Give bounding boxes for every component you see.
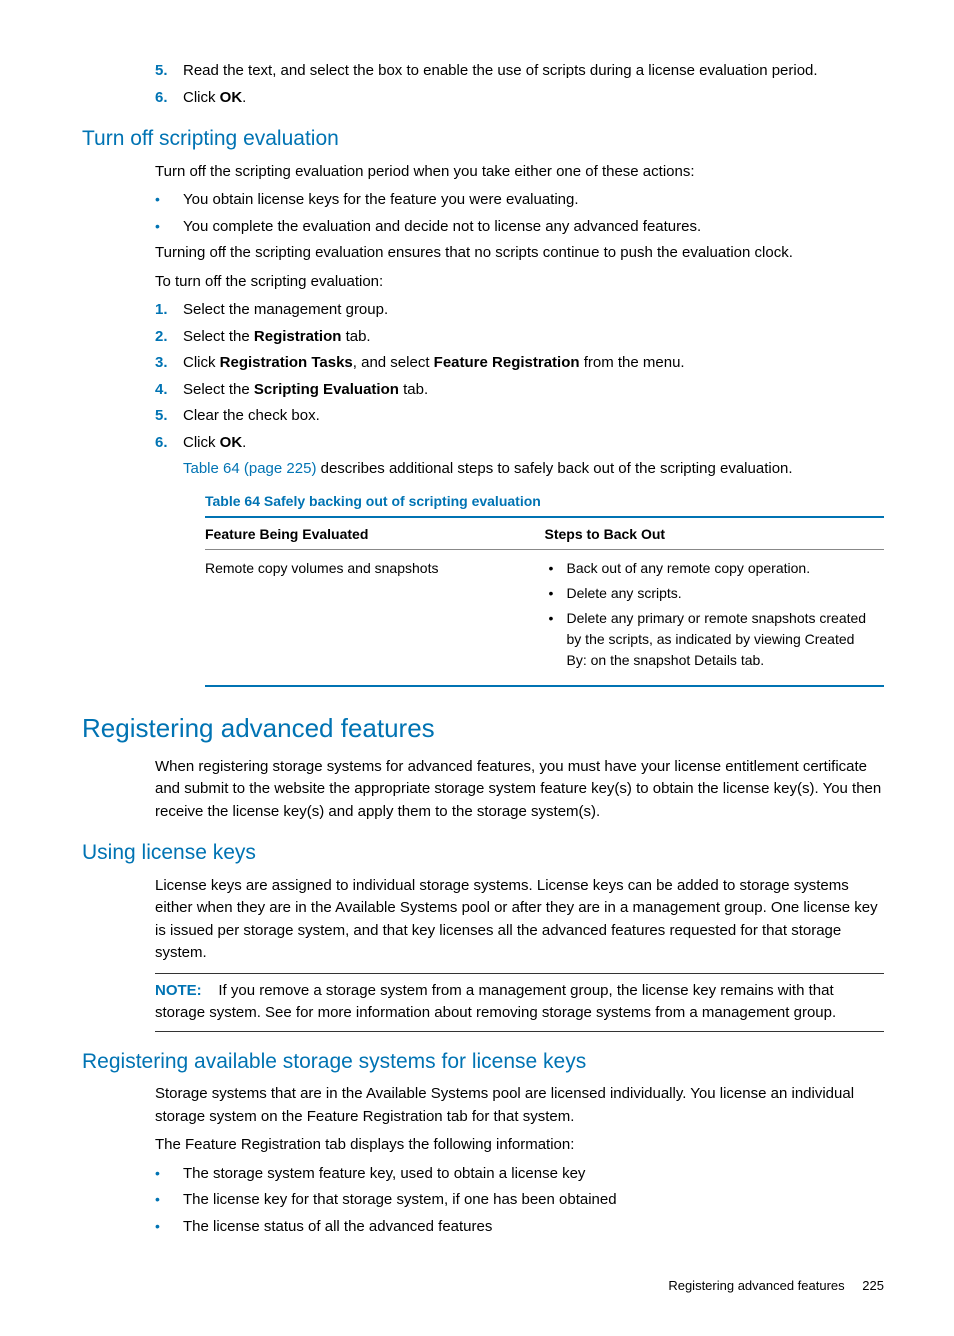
heading-registering-advanced: Registering advanced features bbox=[82, 709, 914, 748]
note-label: NOTE: bbox=[155, 982, 202, 999]
note-text: If you remove a storage system from a ma… bbox=[155, 982, 836, 1022]
step-text: Click OK. bbox=[183, 87, 884, 110]
step-text: Click OK. bbox=[183, 432, 884, 455]
step-number: 4. bbox=[155, 379, 183, 402]
page-footer: Registering advanced features 225 bbox=[40, 1276, 884, 1296]
step-number: 5. bbox=[155, 405, 183, 428]
table-caption: Table 64 Safely backing out of scripting… bbox=[205, 491, 884, 512]
paragraph: To turn off the scripting evaluation: bbox=[155, 271, 884, 294]
turnoff-step-list: 1.Select the management group.2.Select t… bbox=[155, 299, 884, 454]
list-item: You obtain license keys for the feature … bbox=[155, 189, 884, 212]
step-number: 1. bbox=[155, 299, 183, 322]
heading-turn-off-scripting: Turn off scripting evaluation bbox=[82, 123, 914, 155]
table-cell: Back out of any remote copy operation. De… bbox=[545, 549, 885, 686]
step-text: Select the Scripting Evaluation tab. bbox=[183, 379, 884, 402]
bullet-list: You obtain license keys for the feature … bbox=[155, 189, 884, 238]
note-box: NOTE: If you remove a storage system fro… bbox=[155, 973, 884, 1032]
list-item: The storage system feature key, used to … bbox=[155, 1163, 884, 1186]
heading-registering-available: Registering available storage systems fo… bbox=[82, 1046, 914, 1078]
paragraph: License keys are assigned to individual … bbox=[155, 875, 884, 965]
table-cell: Remote copy volumes and snapshots bbox=[205, 549, 545, 686]
paragraph: Storage systems that are in the Availabl… bbox=[155, 1083, 884, 1128]
step-number: 3. bbox=[155, 352, 183, 375]
paragraph: Turn off the scripting evaluation period… bbox=[155, 161, 884, 184]
list-item: 5. Read the text, and select the box to … bbox=[155, 60, 884, 83]
heading-using-license-keys: Using license keys bbox=[82, 837, 914, 869]
list-item: Delete any scripts. bbox=[545, 583, 877, 604]
step-number: 6. bbox=[155, 87, 183, 110]
paragraph: When registering storage systems for adv… bbox=[155, 756, 884, 824]
step-text: Read the text, and select the box to ena… bbox=[183, 60, 884, 83]
list-item: 6.Click OK. bbox=[155, 432, 884, 455]
backing-out-table: Feature Being Evaluated Steps to Back Ou… bbox=[205, 516, 884, 687]
list-item: 1.Select the management group. bbox=[155, 299, 884, 322]
step-number: 5. bbox=[155, 60, 183, 83]
list-item: The license status of all the advanced f… bbox=[155, 1216, 884, 1239]
table-link[interactable]: Table 64 (page 225) bbox=[183, 460, 316, 477]
paragraph: The Feature Registration tab displays th… bbox=[155, 1134, 884, 1157]
list-item: 4.Select the Scripting Evaluation tab. bbox=[155, 379, 884, 402]
step-number: 2. bbox=[155, 326, 183, 349]
bullet-list: The storage system feature key, used to … bbox=[155, 1163, 884, 1239]
step-text: Clear the check box. bbox=[183, 405, 884, 428]
list-item: You complete the evaluation and decide n… bbox=[155, 216, 884, 239]
paragraph: Turning off the scripting evaluation ens… bbox=[155, 242, 884, 265]
list-item: Delete any primary or remote snapshots c… bbox=[545, 608, 877, 671]
step-text: Click Registration Tasks, and select Fea… bbox=[183, 352, 884, 375]
table-row: Remote copy volumes and snapshots Back o… bbox=[205, 549, 884, 686]
footer-title: Registering advanced features bbox=[668, 1278, 844, 1293]
intro-step-list: 5. Read the text, and select the box to … bbox=[155, 60, 884, 109]
step-text: Select the Registration tab. bbox=[183, 326, 884, 349]
list-item: The license key for that storage system,… bbox=[155, 1189, 884, 1212]
table-header: Steps to Back Out bbox=[545, 517, 885, 550]
table-reference: Table 64 (page 225) describes additional… bbox=[183, 458, 884, 481]
page-number: 225 bbox=[862, 1278, 884, 1293]
step-number: 6. bbox=[155, 432, 183, 455]
list-item: 5.Clear the check box. bbox=[155, 405, 884, 428]
list-item: 3.Click Registration Tasks, and select F… bbox=[155, 352, 884, 375]
list-item: 6. Click OK. bbox=[155, 87, 884, 110]
list-item: Back out of any remote copy operation. bbox=[545, 558, 877, 579]
step-text: Select the management group. bbox=[183, 299, 884, 322]
list-item: 2.Select the Registration tab. bbox=[155, 326, 884, 349]
table-header: Feature Being Evaluated bbox=[205, 517, 545, 550]
